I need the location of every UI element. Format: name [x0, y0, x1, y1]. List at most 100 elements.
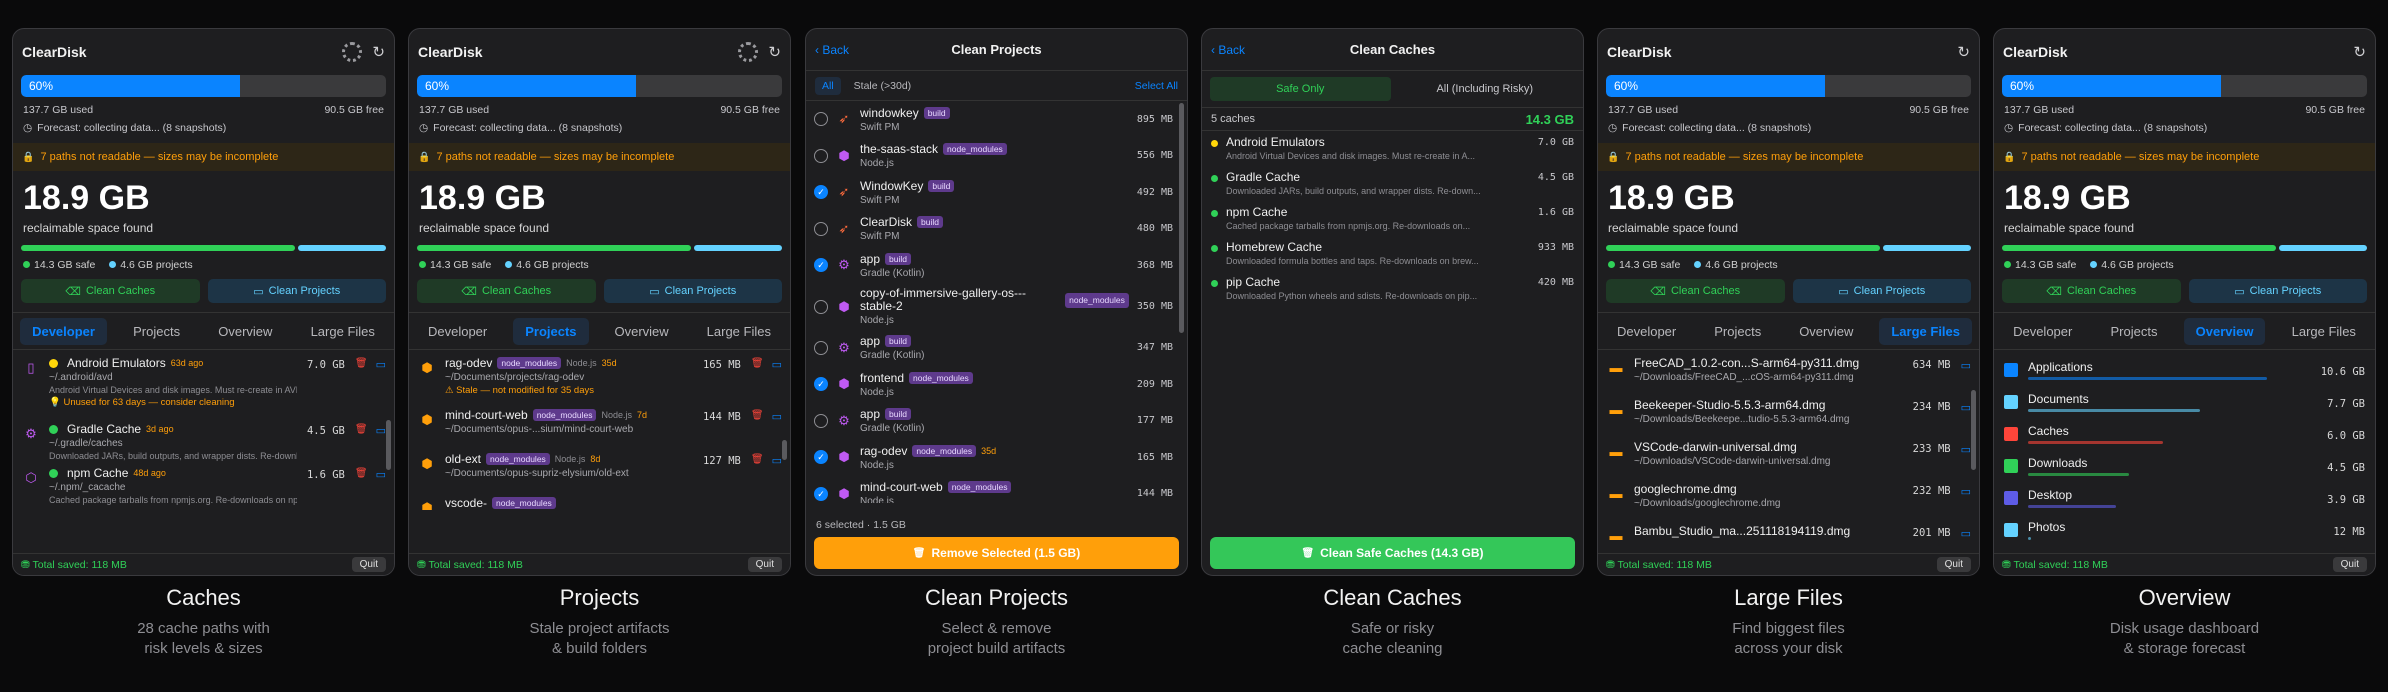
folder-icon[interactable]: ▭ — [1961, 485, 1971, 498]
tab-overview[interactable]: Overview — [2183, 317, 2266, 345]
project-select-row[interactable]: ✓ ⬢ frontend node_modules Node.js 209 MB — [806, 366, 1187, 403]
tab-projects[interactable]: Projects — [1702, 318, 1773, 345]
clean-cache-row[interactable]: Gradle Cache Downloaded JARs, build outpu… — [1202, 166, 1583, 201]
folder-icon[interactable]: ▭ — [376, 358, 386, 371]
cache-row[interactable]: ▯ Android Emulators 63d ago ~/.android/avd A… — [13, 350, 394, 416]
quit-button[interactable]: Quit — [747, 557, 782, 572]
checkbox-empty-icon[interactable] — [814, 413, 828, 428]
segment-safe-only[interactable]: Safe Only — [1210, 77, 1391, 101]
trash-icon[interactable]: 🗑 — [751, 358, 764, 371]
project-select-row[interactable]: ⚙ app build Gradle (Kotlin) 347 MB — [806, 330, 1187, 367]
project-row[interactable]: ⬢ mind-court-web node_modules Node.js 7d ~/Do… — [409, 402, 790, 446]
select-all-button[interactable]: Select All — [1135, 80, 1178, 92]
tab-developer[interactable]: Developer — [20, 317, 107, 345]
checkbox-checked-icon[interactable]: ✓ — [814, 258, 828, 273]
tab-projects[interactable]: Projects — [513, 317, 589, 345]
trash-icon[interactable]: 🗑 — [355, 468, 368, 481]
clean-caches-button[interactable]: ⌫ Clean Caches — [2002, 279, 2181, 303]
checkbox-empty-icon[interactable] — [814, 148, 828, 163]
tab-developer[interactable]: Developer — [1605, 318, 1688, 345]
overview-row[interactable]: Documents 7.7 GB — [1994, 386, 2375, 418]
clean-projects-button[interactable]: ▭ Clean Projects — [1792, 279, 1971, 303]
checkbox-empty-icon[interactable] — [814, 112, 828, 127]
project-select-row[interactable]: ➶ ClearDisk build Swift PM 480 MB — [806, 211, 1187, 248]
filter-stale[interactable]: Stale (>30d) — [847, 77, 919, 95]
tab-large-files[interactable]: Large Files — [695, 318, 783, 345]
trash-icon[interactable]: 🗑 — [355, 358, 368, 371]
folder-icon[interactable]: ▭ — [772, 454, 782, 467]
large-file-row[interactable]: ▬ Beekeeper-Studio-5.5.3-arm64.dmg ~/Downl… — [1598, 392, 1979, 434]
clean-safe-caches-button[interactable]: 🗑 Clean Safe Caches (14.3 GB) — [1210, 537, 1575, 569]
trash-icon[interactable]: 🗑 — [355, 424, 368, 437]
clean-cache-row[interactable]: Android Emulators Android Virtual Devices… — [1202, 131, 1583, 166]
large-file-row[interactable]: ▬ googlechrome.dmg ~/Downloads/googlechrom… — [1598, 476, 1979, 518]
clean-caches-button[interactable]: ⌫ Clean Caches — [417, 279, 596, 303]
project-select-row[interactable]: ⬢ the-saas-stack node_modules Node.js 556 MB — [806, 138, 1187, 175]
project-select-row[interactable]: ✓ ⚙ app build Gradle (Kotlin) 368 MB — [806, 247, 1187, 284]
tab-overview[interactable]: Overview — [206, 318, 284, 345]
clean-cache-row[interactable]: npm Cache Cached package tarballs from np… — [1202, 201, 1583, 236]
quit-button[interactable]: Quit — [351, 557, 386, 572]
back-button[interactable]: ‹ Back — [815, 43, 895, 57]
scrollbar[interactable] — [782, 440, 787, 460]
refresh-icon[interactable]: ↻ — [2353, 43, 2366, 61]
scrollbar[interactable] — [386, 420, 391, 470]
checkbox-checked-icon[interactable]: ✓ — [814, 185, 828, 200]
large-file-row[interactable]: ▬ FreeCAD_1.0.2-con...S-arm64-py311.dmg ~/… — [1598, 350, 1979, 392]
clean-caches-button[interactable]: ⌫ Clean Caches — [1606, 279, 1785, 303]
tab-projects[interactable]: Projects — [2099, 318, 2170, 345]
tab-large-files[interactable]: Large Files — [1879, 317, 1972, 345]
folder-icon[interactable]: ▭ — [1961, 401, 1971, 414]
checkbox-empty-icon[interactable] — [814, 221, 828, 236]
large-file-row[interactable]: ▬ VSCode-darwin-universal.dmg ~/Downloads/… — [1598, 434, 1979, 476]
back-button[interactable]: ‹ Back — [1211, 43, 1291, 57]
clean-caches-button[interactable]: ⌫ Clean Caches — [21, 279, 200, 303]
scrollbar[interactable] — [1971, 390, 1976, 470]
refresh-icon[interactable]: ↻ — [372, 43, 385, 61]
tab-large-files[interactable]: Large Files — [299, 318, 387, 345]
clean-cache-row[interactable]: pip Cache Downloaded Python wheels and sd… — [1202, 271, 1583, 306]
tab-overview[interactable]: Overview — [603, 318, 681, 345]
clean-projects-button[interactable]: ▭ Clean Projects — [207, 279, 386, 303]
project-row[interactable]: ⬢ vscode-node_modules — [409, 490, 790, 510]
clean-projects-button[interactable]: ▭ Clean Projects — [2188, 279, 2367, 303]
overview-row[interactable]: Photos 12 MB — [1994, 514, 2375, 546]
overview-row[interactable]: Downloads 4.5 GB — [1994, 450, 2375, 482]
trash-icon[interactable]: 🗑 — [751, 454, 764, 467]
checkbox-checked-icon[interactable]: ✓ — [814, 377, 828, 392]
project-row[interactable]: ⬢ rag-odev node_modules Node.js 35d ~/Documen… — [409, 350, 790, 402]
remove-selected-button[interactable]: 🗑 Remove Selected (1.5 GB) — [814, 537, 1179, 569]
folder-icon[interactable]: ▭ — [376, 468, 386, 481]
project-select-row[interactable]: ⬢ copy-of-immersive-gallery-os---stable-2… — [806, 284, 1187, 330]
trash-icon[interactable]: 🗑 — [751, 410, 764, 423]
tab-developer[interactable]: Developer — [2001, 318, 2084, 345]
tab-overview[interactable]: Overview — [1787, 318, 1865, 345]
checkbox-checked-icon[interactable]: ✓ — [814, 486, 828, 501]
filter-all[interactable]: All — [815, 76, 841, 95]
checkbox-empty-icon[interactable] — [814, 299, 828, 314]
refresh-icon[interactable]: ↻ — [1957, 43, 1970, 61]
folder-icon[interactable]: ▭ — [1961, 443, 1971, 456]
quit-button[interactable]: Quit — [2332, 557, 2367, 572]
tab-large-files[interactable]: Large Files — [2280, 318, 2368, 345]
quit-button[interactable]: Quit — [1936, 557, 1971, 572]
overview-row[interactable]: Caches 6.0 GB — [1994, 418, 2375, 450]
folder-icon[interactable]: ▭ — [376, 424, 386, 437]
folder-icon[interactable]: ▭ — [772, 358, 782, 371]
segment-all-risky[interactable]: All (Including Risky) — [1395, 77, 1576, 101]
overview-row[interactable]: Applications 10.6 GB — [1994, 354, 2375, 386]
project-row[interactable]: ⬢ old-ext node_modules Node.js 8d ~/Documents… — [409, 446, 790, 490]
folder-icon[interactable]: ▭ — [1961, 527, 1971, 540]
checkbox-checked-icon[interactable]: ✓ — [814, 450, 828, 465]
cache-row[interactable]: ⚙ Gradle Cache 3d ago ~/.gradle/caches Downl… — [13, 416, 394, 461]
project-select-row[interactable]: ⚙ app build Gradle (Kotlin) 177 MB — [806, 403, 1187, 440]
folder-icon[interactable]: ▭ — [1961, 359, 1971, 372]
refresh-icon[interactable]: ↻ — [768, 43, 781, 61]
clean-projects-button[interactable]: ▭ Clean Projects — [603, 279, 782, 303]
project-select-row[interactable]: ➶ windowkey build Swift PM 895 MB — [806, 101, 1187, 138]
folder-icon[interactable]: ▭ — [772, 410, 782, 423]
clean-cache-row[interactable]: Homebrew Cache Downloaded formula bottles… — [1202, 236, 1583, 271]
project-select-row[interactable]: ✓ ⬢ rag-odev node_modules 35d Node.js 165 MB — [806, 439, 1187, 476]
tab-developer[interactable]: Developer — [416, 318, 499, 345]
tab-projects[interactable]: Projects — [121, 318, 192, 345]
